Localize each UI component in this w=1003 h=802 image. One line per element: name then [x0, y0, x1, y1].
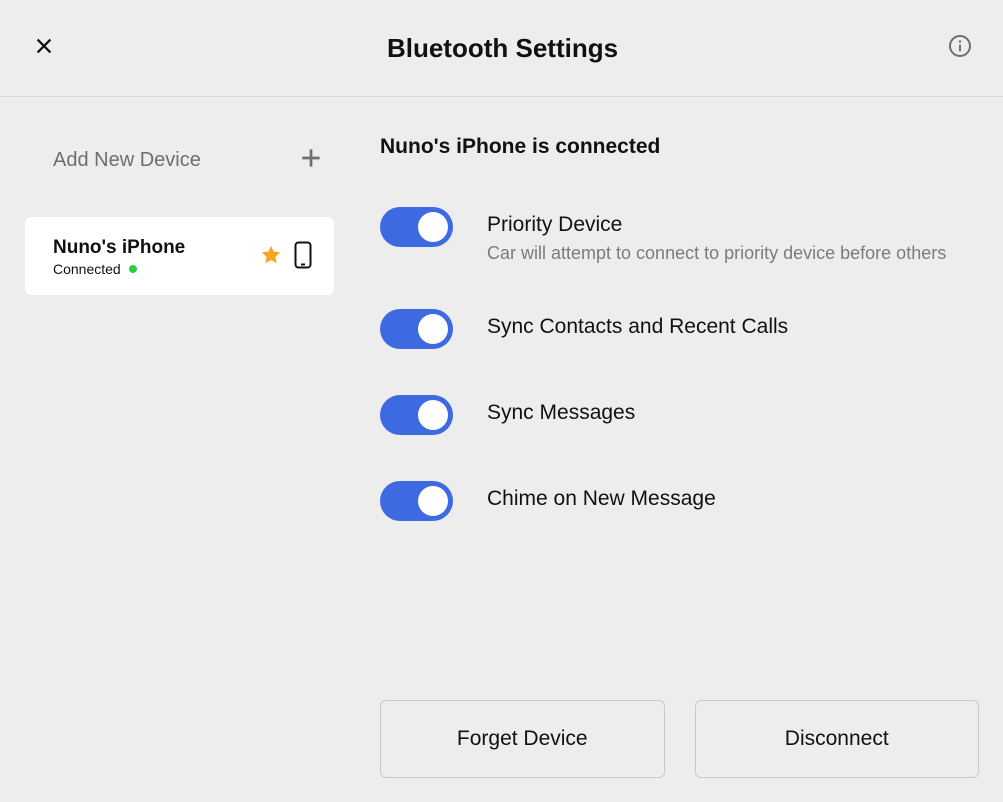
setting-contacts-label: Sync Contacts and Recent Calls — [487, 315, 788, 339]
setting-priority-label: Priority Device — [487, 213, 946, 237]
toggle-priority[interactable] — [380, 207, 453, 247]
device-name: Nuno's iPhone — [53, 237, 185, 259]
disconnect-button[interactable]: Disconnect — [695, 700, 980, 778]
close-icon — [33, 35, 55, 62]
setting-messages: Sync Messages — [380, 395, 979, 435]
setting-messages-text: Sync Messages — [487, 395, 635, 425]
setting-priority-text: Priority Device Car will attempt to conn… — [487, 207, 946, 265]
phone-icon — [294, 241, 312, 274]
setting-priority-desc: Car will attempt to connect to priority … — [487, 241, 946, 265]
device-status: Connected — [53, 261, 121, 277]
toggle-chime[interactable] — [380, 481, 453, 521]
connected-heading: Nuno's iPhone is connected — [380, 135, 979, 159]
setting-chime-text: Chime on New Message — [487, 481, 716, 511]
plus-icon — [298, 145, 324, 176]
device-status-row: Connected — [53, 261, 185, 277]
device-info: Nuno's iPhone Connected — [53, 237, 185, 277]
close-button[interactable] — [30, 34, 58, 62]
body: Add New Device Nuno's iPhone Connected — [0, 97, 1003, 802]
sidebar: Add New Device Nuno's iPhone Connected — [0, 97, 352, 802]
setting-messages-label: Sync Messages — [487, 401, 635, 425]
toggle-contacts[interactable] — [380, 309, 453, 349]
setting-chime-label: Chime on New Message — [487, 487, 716, 511]
star-icon — [260, 244, 282, 271]
forget-device-button[interactable]: Forget Device — [380, 700, 665, 778]
setting-priority: Priority Device Car will attempt to conn… — [380, 207, 979, 265]
info-button[interactable] — [947, 35, 973, 61]
add-device-label: Add New Device — [53, 149, 201, 172]
add-device-button[interactable]: Add New Device — [25, 135, 334, 185]
page-title: Bluetooth Settings — [387, 33, 618, 64]
setting-contacts: Sync Contacts and Recent Calls — [380, 309, 979, 349]
setting-contacts-text: Sync Contacts and Recent Calls — [487, 309, 788, 339]
action-buttons: Forget Device Disconnect — [380, 700, 979, 778]
main-panel: Nuno's iPhone is connected Priority Devi… — [352, 97, 1003, 802]
toggle-messages[interactable] — [380, 395, 453, 435]
device-icons — [260, 241, 312, 274]
device-card[interactable]: Nuno's iPhone Connected — [25, 217, 334, 295]
status-dot-icon — [129, 265, 137, 273]
info-icon — [948, 34, 972, 63]
header: Bluetooth Settings — [0, 0, 1003, 97]
setting-chime: Chime on New Message — [380, 481, 979, 521]
